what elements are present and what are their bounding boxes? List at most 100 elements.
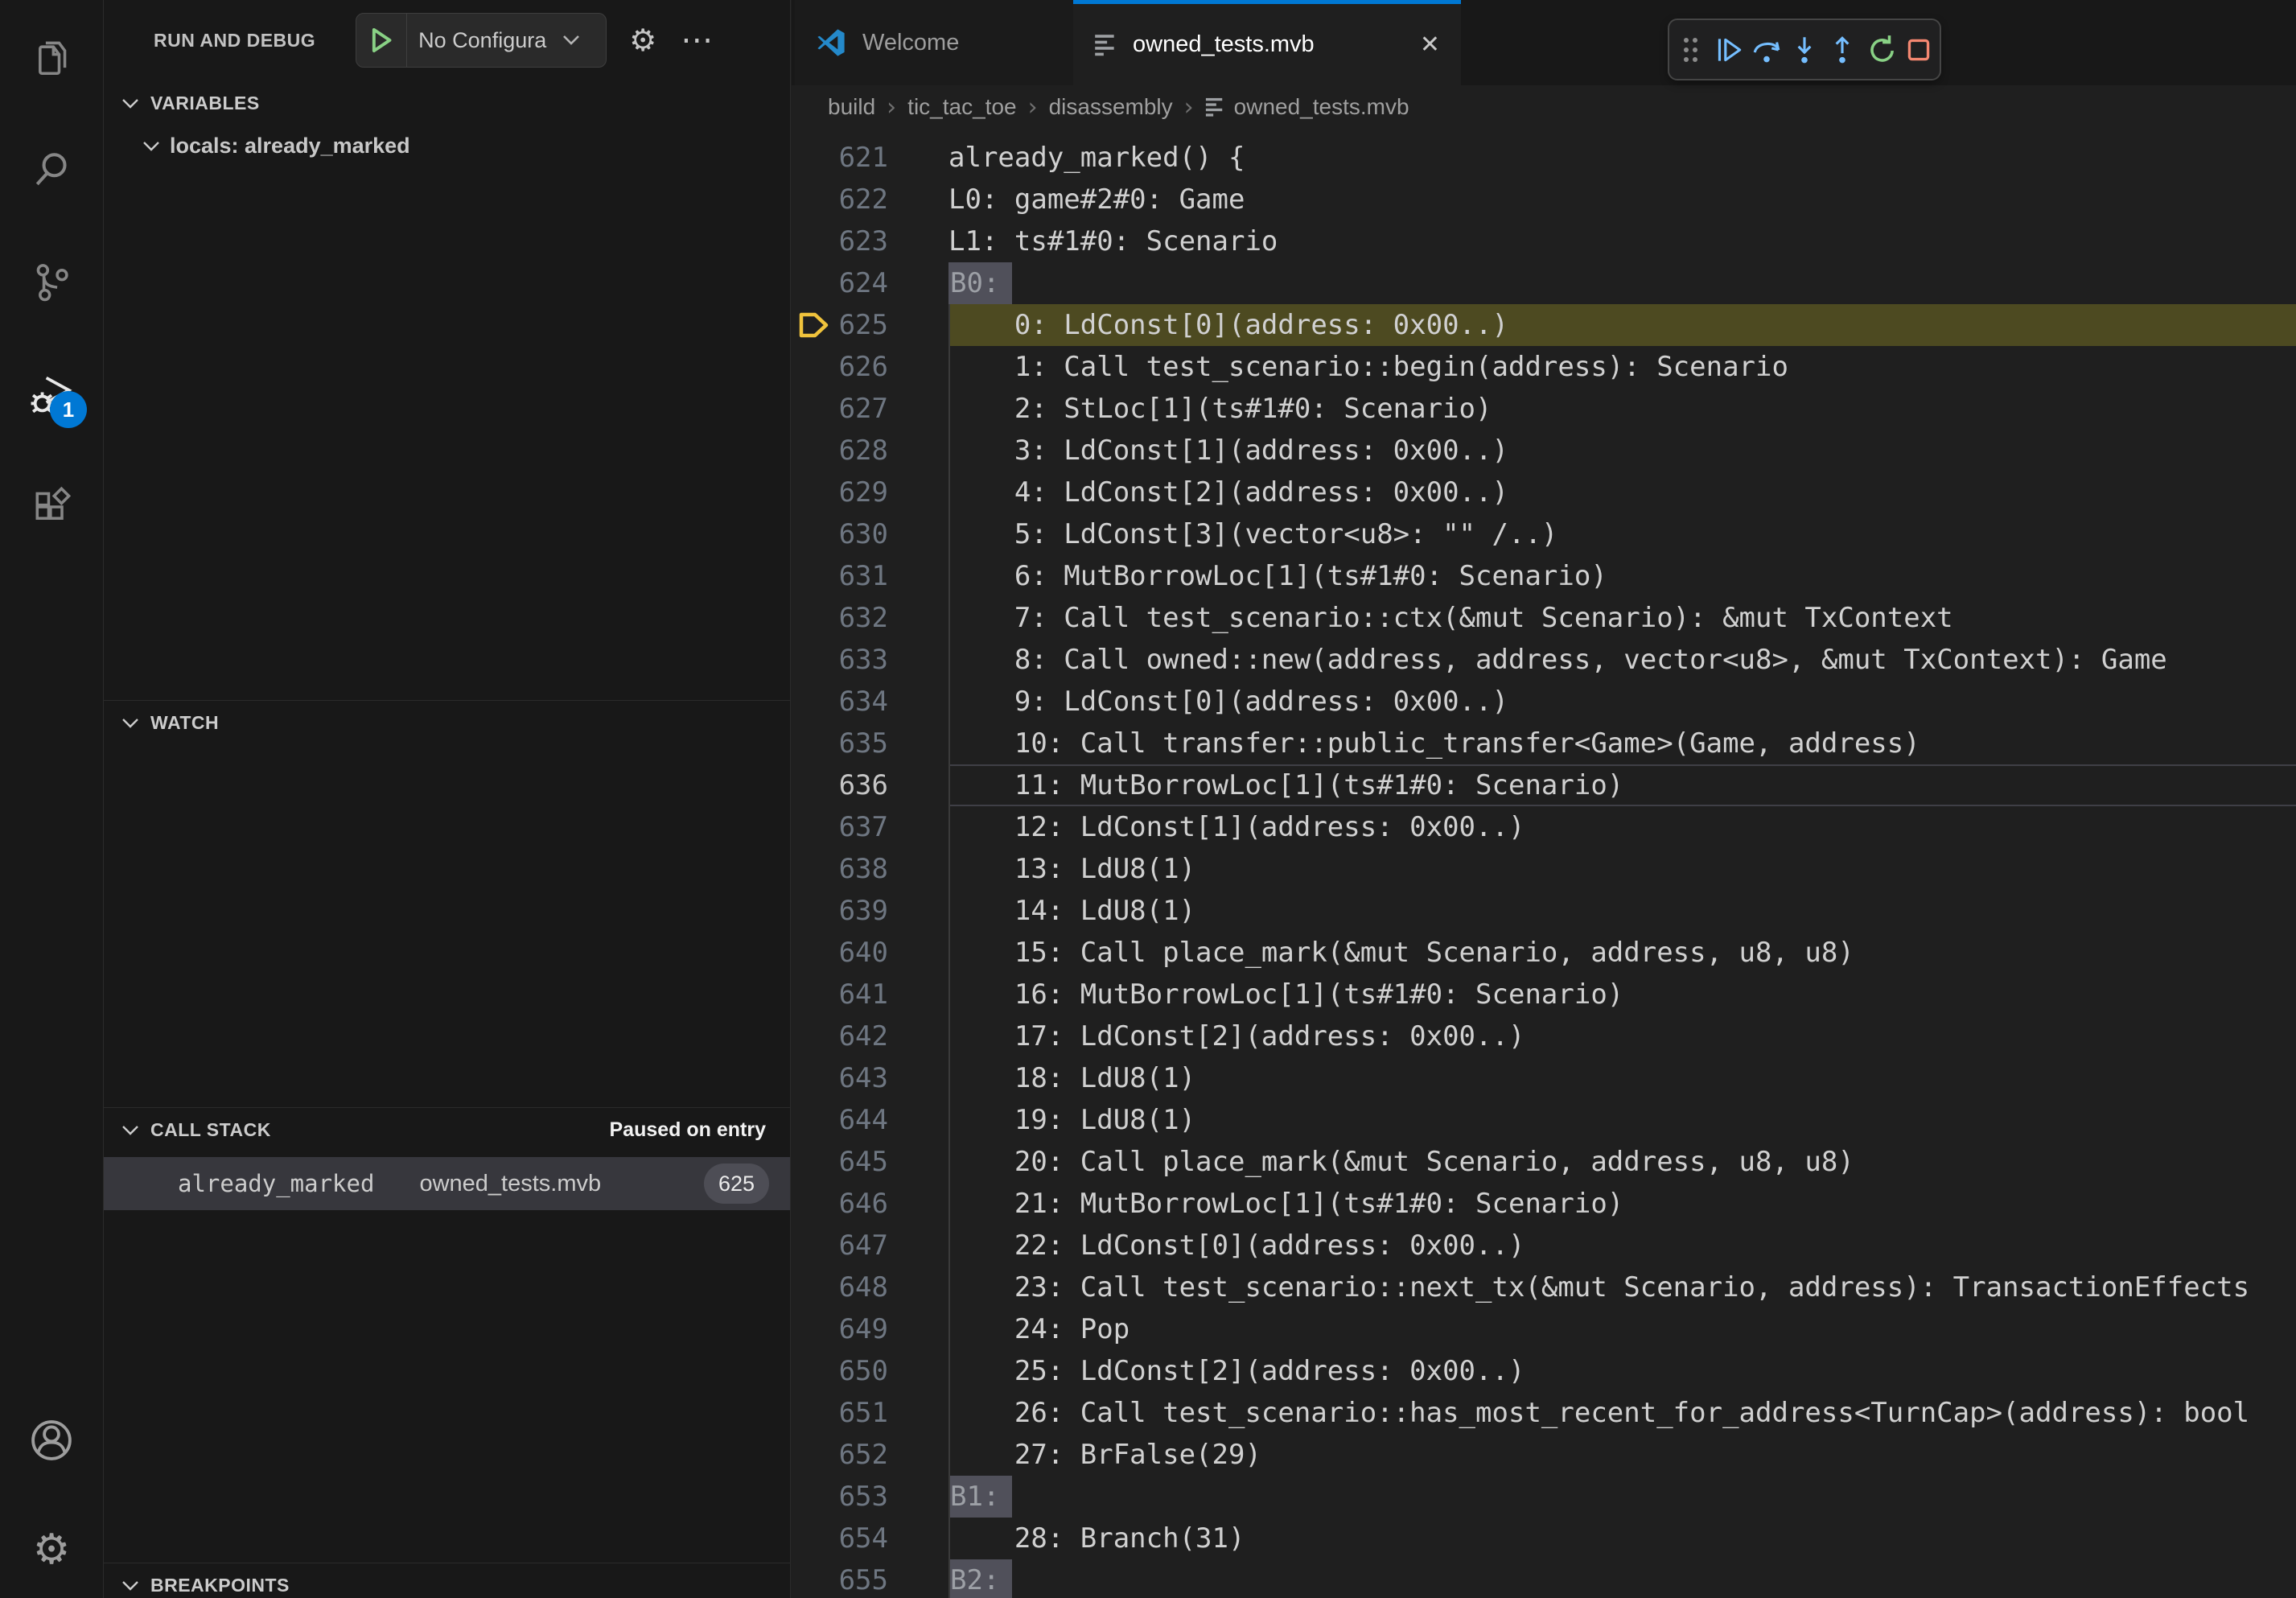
breakpoint-gutter[interactable]: 627 <box>792 388 948 430</box>
breakpoint-gutter[interactable]: 647 <box>792 1225 948 1266</box>
breakpoint-gutter[interactable]: 650 <box>792 1350 948 1392</box>
breadcrumb-item-file[interactable]: owned_tests.mvb <box>1234 94 1409 120</box>
code-line[interactable]: 633 8: Call owned::new(address, address,… <box>792 639 2296 681</box>
code-line[interactable]: 623 L1: ts#1#0: Scenario <box>792 220 2296 262</box>
breakpoint-gutter[interactable]: 621 <box>792 137 948 179</box>
code-line[interactable]: 622 L0: game#2#0: Game <box>792 179 2296 220</box>
code-line[interactable]: 624 B0: <box>792 262 2296 304</box>
breakpoint-gutter[interactable]: 632 <box>792 597 948 639</box>
code-line[interactable]: 651 26: Call test_scenario::has_most_rec… <box>792 1392 2296 1434</box>
settings-gear-icon[interactable]: ⚙ <box>0 1511 103 1588</box>
code-line[interactable]: 648 23: Call test_scenario::next_tx(&mut… <box>792 1266 2296 1308</box>
continue-button[interactable] <box>1712 33 1746 67</box>
breakpoint-gutter[interactable]: 631 <box>792 555 948 597</box>
breakpoint-gutter[interactable]: 634 <box>792 681 948 723</box>
start-debug-button[interactable] <box>356 14 407 67</box>
breakpoint-gutter[interactable]: 642 <box>792 1015 948 1057</box>
code-line[interactable]: 626 1: Call test_scenario::begin(address… <box>792 346 2296 388</box>
call-stack-section-header[interactable]: CALL STACK Paused on entry <box>104 1107 790 1152</box>
account-icon[interactable] <box>0 1402 103 1479</box>
code-line[interactable]: 646 21: MutBorrowLoc[1](ts#1#0: Scenario… <box>792 1183 2296 1225</box>
breakpoint-gutter[interactable]: 628 <box>792 430 948 472</box>
breakpoint-gutter[interactable]: 649 <box>792 1308 948 1350</box>
breakpoint-gutter[interactable]: 639 <box>792 890 948 932</box>
code-line[interactable]: 635 10: Call transfer::public_transfer<G… <box>792 723 2296 764</box>
code-line[interactable]: 640 15: Call place_mark(&mut Scenario, a… <box>792 932 2296 974</box>
code-line[interactable]: 636 11: MutBorrowLoc[1](ts#1#0: Scenario… <box>792 764 2296 806</box>
code-line[interactable]: 637 12: LdConst[1](address: 0x00..) <box>792 806 2296 848</box>
variables-section-header[interactable]: VARIABLES <box>104 80 790 126</box>
code-line[interactable]: 634 9: LdConst[0](address: 0x00..) <box>792 681 2296 723</box>
explorer-icon[interactable] <box>0 18 103 95</box>
code-line[interactable]: 641 16: MutBorrowLoc[1](ts#1#0: Scenario… <box>792 974 2296 1015</box>
breakpoint-gutter[interactable]: 645 <box>792 1141 948 1183</box>
debug-settings-gear-icon[interactable]: ⚙ <box>629 23 656 58</box>
breakpoints-section-header[interactable]: BREAKPOINTS <box>104 1563 790 1598</box>
code-line[interactable]: 631 6: MutBorrowLoc[1](ts#1#0: Scenario) <box>792 555 2296 597</box>
more-actions-icon[interactable]: ⋯ <box>681 22 714 59</box>
breakpoint-gutter[interactable]: 648 <box>792 1266 948 1308</box>
code-line[interactable]: 630 5: LdConst[3](vector<u8>: "" /..) <box>792 513 2296 555</box>
watch-section-header[interactable]: WATCH <box>104 700 790 745</box>
breakpoint-gutter[interactable]: 636 <box>792 764 948 806</box>
code-line[interactable]: 653 B1: <box>792 1476 2296 1518</box>
code-line[interactable]: 642 17: LdConst[2](address: 0x00..) <box>792 1015 2296 1057</box>
step-into-button[interactable] <box>1788 33 1821 67</box>
breakpoint-gutter[interactable]: 643 <box>792 1057 948 1099</box>
breakpoint-gutter[interactable]: 654 <box>792 1518 948 1559</box>
breakpoint-gutter[interactable]: 638 <box>792 848 948 890</box>
breakpoint-gutter[interactable]: 641 <box>792 974 948 1015</box>
call-stack-frame[interactable]: already_marked owned_tests.mvb 625 <box>104 1157 790 1210</box>
code-line[interactable]: 628 3: LdConst[1](address: 0x00..) <box>792 430 2296 472</box>
code-line[interactable]: 627 2: StLoc[1](ts#1#0: Scenario) <box>792 388 2296 430</box>
debug-config-dropdown[interactable]: No Configura <box>356 13 607 68</box>
breakpoint-gutter[interactable]: 626 <box>792 346 948 388</box>
breakpoint-gutter[interactable]: 651 <box>792 1392 948 1434</box>
toolbar-drag-handle[interactable] <box>1673 33 1707 67</box>
breakpoint-gutter[interactable]: 655 <box>792 1559 948 1598</box>
breakpoint-gutter[interactable]: 625 <box>792 304 948 346</box>
step-out-button[interactable] <box>1825 33 1859 67</box>
code-line[interactable]: 647 22: LdConst[0](address: 0x00..) <box>792 1225 2296 1266</box>
breakpoint-gutter[interactable]: 646 <box>792 1183 948 1225</box>
code-line[interactable]: 650 25: LdConst[2](address: 0x00..) <box>792 1350 2296 1392</box>
code-line[interactable]: 632 7: Call test_scenario::ctx(&mut Scen… <box>792 597 2296 639</box>
breakpoint-gutter[interactable]: 623 <box>792 220 948 262</box>
tab-owned-tests[interactable]: owned_tests.mvb ✕ <box>1073 0 1461 85</box>
code-line[interactable]: 621 already_marked() { <box>792 137 2296 179</box>
extensions-icon[interactable] <box>0 468 103 546</box>
code-line[interactable]: 625 0: LdConst[0](address: 0x00..) <box>792 304 2296 346</box>
code-line[interactable]: 639 14: LdU8(1) <box>792 890 2296 932</box>
breakpoint-gutter[interactable]: 624 <box>792 262 948 304</box>
tab-welcome[interactable]: Welcome <box>795 0 1073 85</box>
breakpoint-gutter[interactable]: 633 <box>792 639 948 681</box>
breakpoint-gutter[interactable]: 653 <box>792 1476 948 1518</box>
code-line[interactable]: 655 B2: <box>792 1559 2296 1598</box>
breakpoint-gutter[interactable]: 637 <box>792 806 948 848</box>
step-over-button[interactable] <box>1750 33 1784 67</box>
restart-button[interactable] <box>1864 33 1898 67</box>
breakpoint-gutter[interactable]: 652 <box>792 1434 948 1476</box>
code-line[interactable]: 654 28: Branch(31) <box>792 1518 2296 1559</box>
breakpoint-gutter[interactable]: 640 <box>792 932 948 974</box>
code-line[interactable]: 638 13: LdU8(1) <box>792 848 2296 890</box>
breakpoint-gutter[interactable]: 630 <box>792 513 948 555</box>
locals-tree-item[interactable]: locals: already_marked <box>104 126 790 166</box>
run-and-debug-icon[interactable]: 1 <box>0 356 103 433</box>
code-line[interactable]: 644 19: LdU8(1) <box>792 1099 2296 1141</box>
breakpoint-gutter[interactable]: 622 <box>792 179 948 220</box>
breakpoint-gutter[interactable]: 644 <box>792 1099 948 1141</box>
breadcrumb-item-disassembly[interactable]: disassembly <box>1049 94 1173 120</box>
source-control-icon[interactable] <box>0 243 103 320</box>
breadcrumb-item-tic-tac-toe[interactable]: tic_tac_toe <box>907 94 1016 120</box>
close-icon[interactable]: ✕ <box>1420 31 1440 59</box>
code-line[interactable]: 629 4: LdConst[2](address: 0x00..) <box>792 472 2296 513</box>
search-icon[interactable] <box>0 130 103 208</box>
code-line[interactable]: 645 20: Call place_mark(&mut Scenario, a… <box>792 1141 2296 1183</box>
breakpoint-gutter[interactable]: 635 <box>792 723 948 764</box>
code-line[interactable]: 652 27: BrFalse(29) <box>792 1434 2296 1476</box>
breakpoint-gutter[interactable]: 629 <box>792 472 948 513</box>
code-line[interactable]: 649 24: Pop <box>792 1308 2296 1350</box>
code-line[interactable]: 643 18: LdU8(1) <box>792 1057 2296 1099</box>
breadcrumb-item-build[interactable]: build <box>828 94 875 120</box>
